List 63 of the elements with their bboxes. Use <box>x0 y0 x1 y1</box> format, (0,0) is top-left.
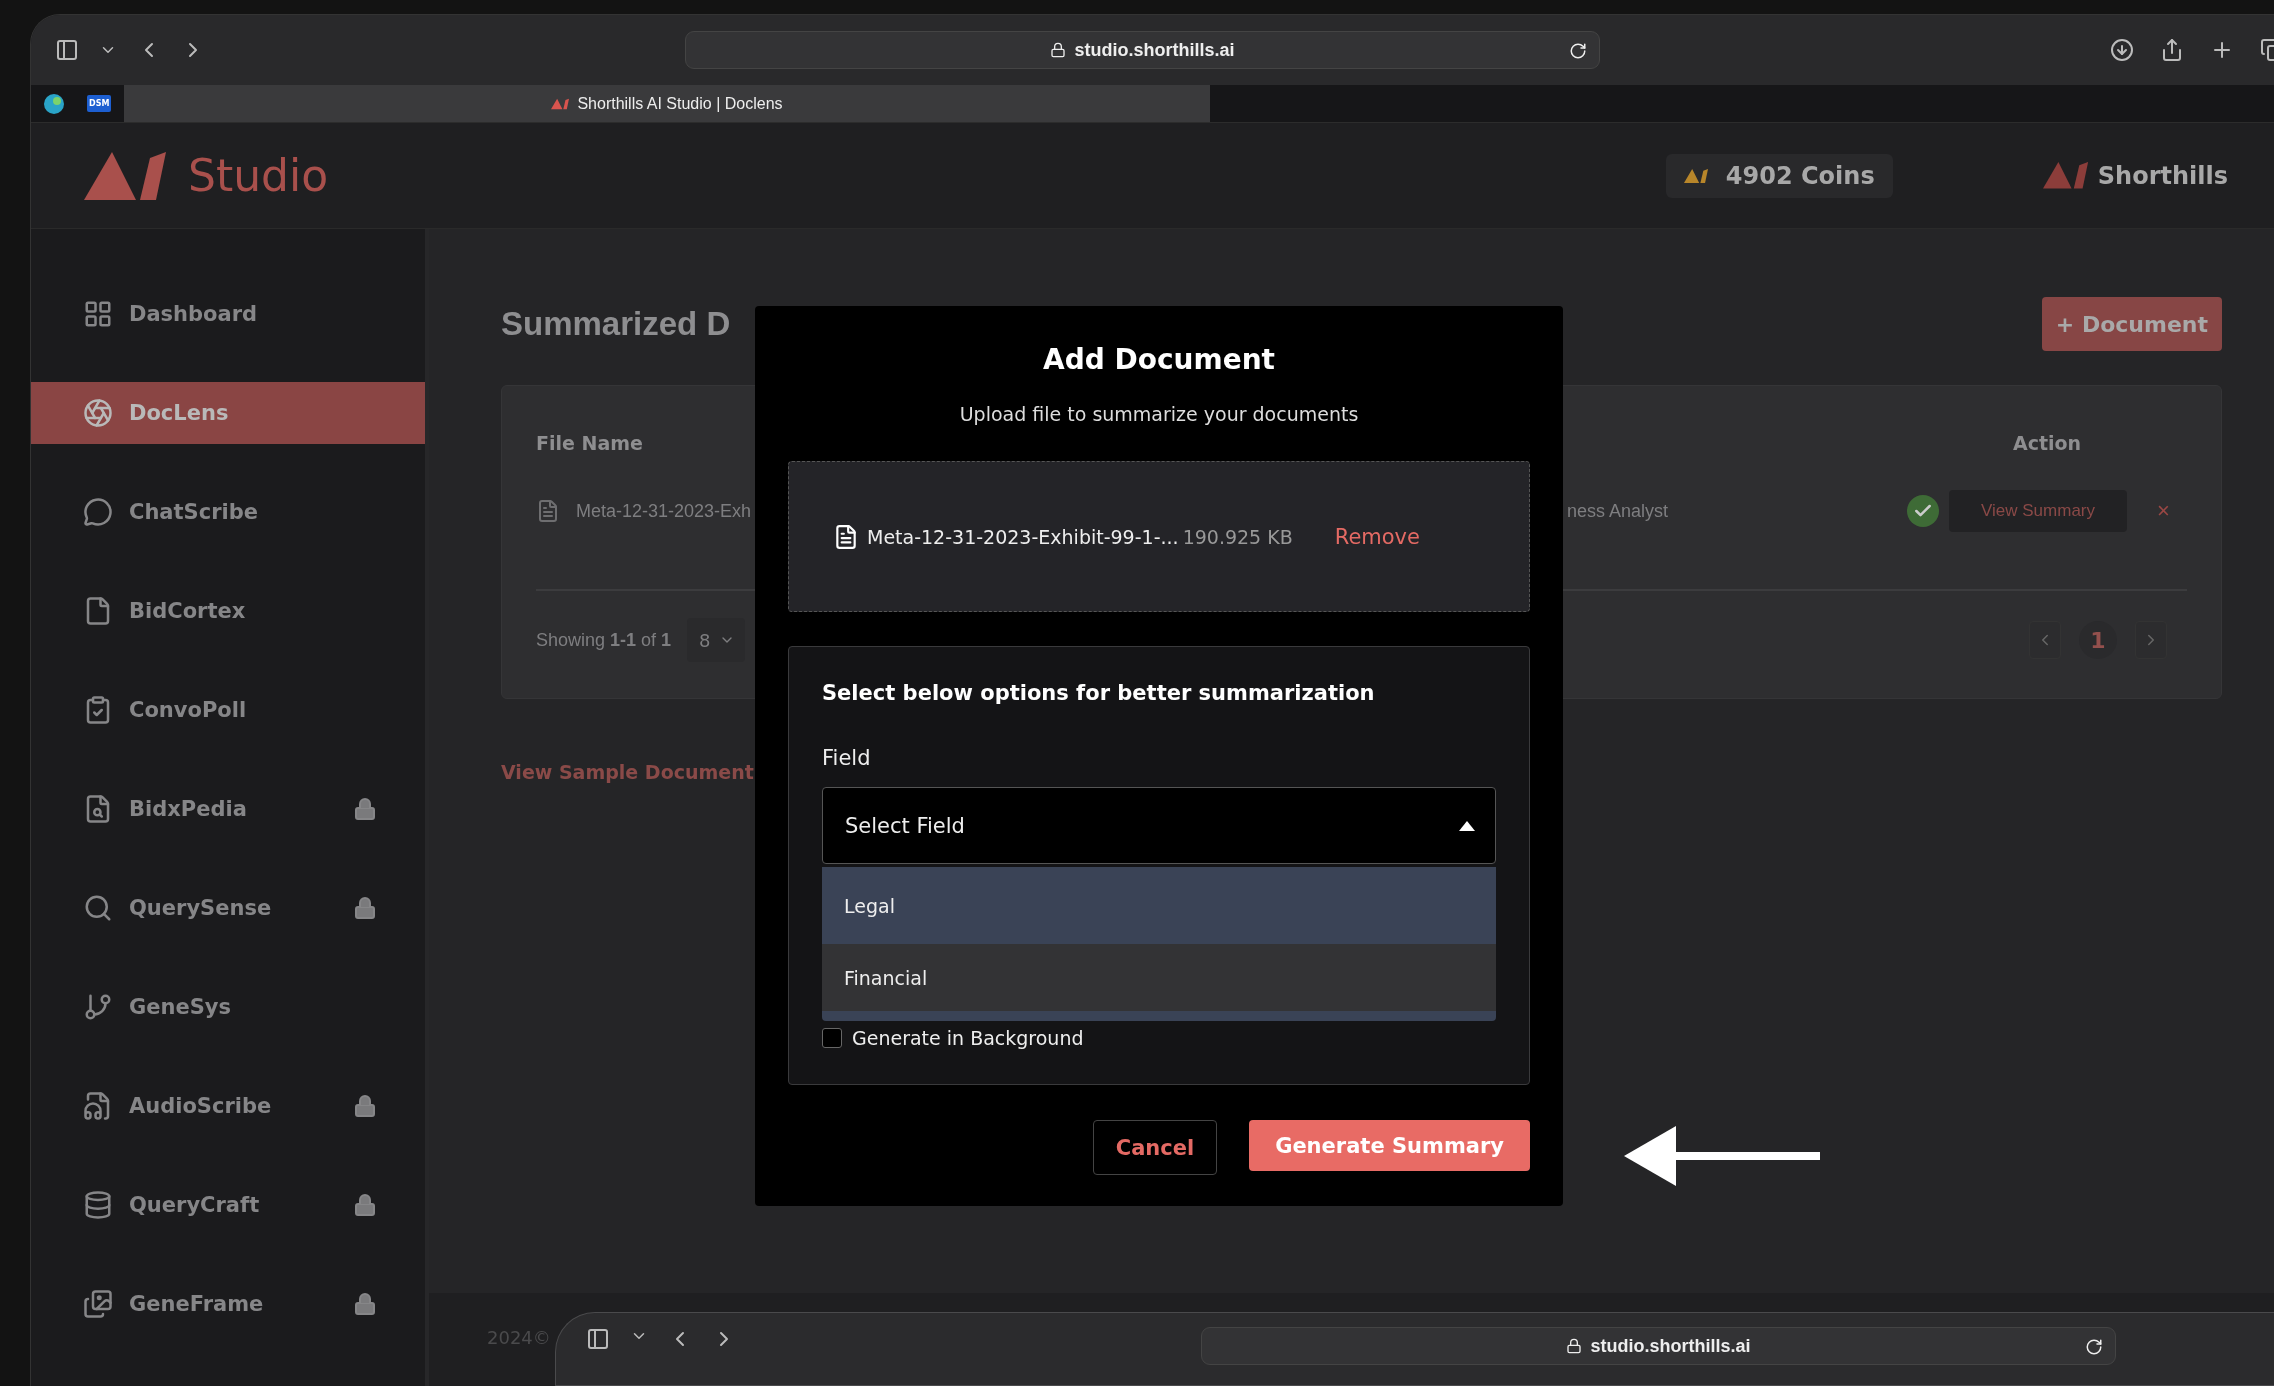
generate-summary-button[interactable]: Generate Summary <box>1249 1120 1530 1171</box>
lock-icon <box>1566 1338 1583 1354</box>
sidebar-item[interactable]: AudioScribe <box>31 1075 425 1137</box>
pinned-tab-icon[interactable]: DSM <box>87 95 112 112</box>
logo-icon <box>2042 162 2088 189</box>
sidebar-item[interactable]: DocLens <box>31 382 425 444</box>
branch-icon <box>83 992 113 1022</box>
remove-link[interactable]: Remove <box>1334 524 1420 549</box>
dropdown-option[interactable]: Financial <box>822 944 1496 1011</box>
sidebar-item[interactable]: BidxPedia <box>31 778 425 840</box>
column-header: File Name <box>536 431 644 454</box>
sidebar-item[interactable]: Dashboard <box>31 283 425 345</box>
product-name: Studio <box>188 150 329 201</box>
view-summary-button[interactable]: View Summary <box>1949 490 2127 533</box>
document-icon <box>833 523 859 550</box>
sidebar-icon[interactable] <box>55 38 79 62</box>
checkbox[interactable] <box>822 1028 842 1048</box>
field-label: Field <box>822 746 872 770</box>
table-cell-text: ness Analyst <box>1567 500 1670 522</box>
chat-bubble-icon <box>83 497 113 527</box>
coin-logo-icon <box>1683 167 1708 184</box>
sidebar-item[interactable]: GeneSys <box>31 976 425 1038</box>
dialog-title: Add Document <box>1042 343 1276 376</box>
sidebar-item[interactable]: ConvoPoll <box>31 679 425 741</box>
app-logo-icon[interactable] <box>43 92 65 115</box>
search-icon <box>83 893 113 923</box>
images-icon <box>83 1289 113 1319</box>
cancel-button[interactable]: Cancel <box>1092 1120 1218 1175</box>
brand-name: Shorthills <box>2097 161 2228 190</box>
coins-badge: 4902 Coins <box>1665 153 1893 198</box>
sidebar-icon[interactable] <box>586 1327 610 1351</box>
reload-icon[interactable] <box>1569 42 1587 60</box>
checkbox-label: Generate in Background <box>852 1027 1084 1049</box>
sidebar-item[interactable]: QueryCraft <box>31 1174 425 1236</box>
sidebar-item[interactable]: BidCortex <box>31 580 425 642</box>
logo-icon <box>84 151 166 200</box>
address-bar[interactable]: studio.shorthills.ai <box>1201 1327 2116 1365</box>
document-icon <box>536 499 560 524</box>
aperture-icon <box>83 398 113 428</box>
sidebar-item[interactable]: QuerySense <box>31 877 425 939</box>
table-cell: Meta-12-31-2023-Exh <box>576 500 752 522</box>
lock-icon <box>1050 42 1067 58</box>
file-name: Meta-12-31-2023-Exhibit-99-1-... <box>867 525 1179 548</box>
page-title: Summarized D <box>501 305 731 343</box>
file-size: 190.925 KB <box>1182 525 1293 548</box>
page-size-select[interactable]: 8 <box>687 618 746 663</box>
share-icon[interactable] <box>2160 38 2184 62</box>
grid-icon <box>83 299 113 329</box>
address-bar[interactable]: studio.shorthills.ai <box>685 31 1600 69</box>
sidebar-item[interactable]: ChatScribe <box>31 481 425 543</box>
favicon-icon <box>551 97 570 110</box>
add-document-button[interactable]: + Document <box>2041 297 2222 351</box>
pagination-summary: Showing 1-1 of 1 <box>536 629 672 651</box>
dialog-subtitle: Upload file to summarize your documents <box>958 403 1360 425</box>
download-icon[interactable] <box>2110 38 2134 62</box>
options-heading: Select below options for better summarization <box>822 681 1376 705</box>
field-select[interactable]: Select Field <box>822 787 1496 864</box>
page-button[interactable]: 1 <box>2079 621 2117 660</box>
column-header: Action <box>2011 431 2083 454</box>
browser-tab[interactable]: Shorthills AI Studio | Doclens <box>124 85 1210 122</box>
database-icon <box>83 1190 113 1220</box>
reload-icon[interactable] <box>2085 1338 2103 1356</box>
sidebar-item[interactable]: GeneFrame <box>31 1273 425 1335</box>
